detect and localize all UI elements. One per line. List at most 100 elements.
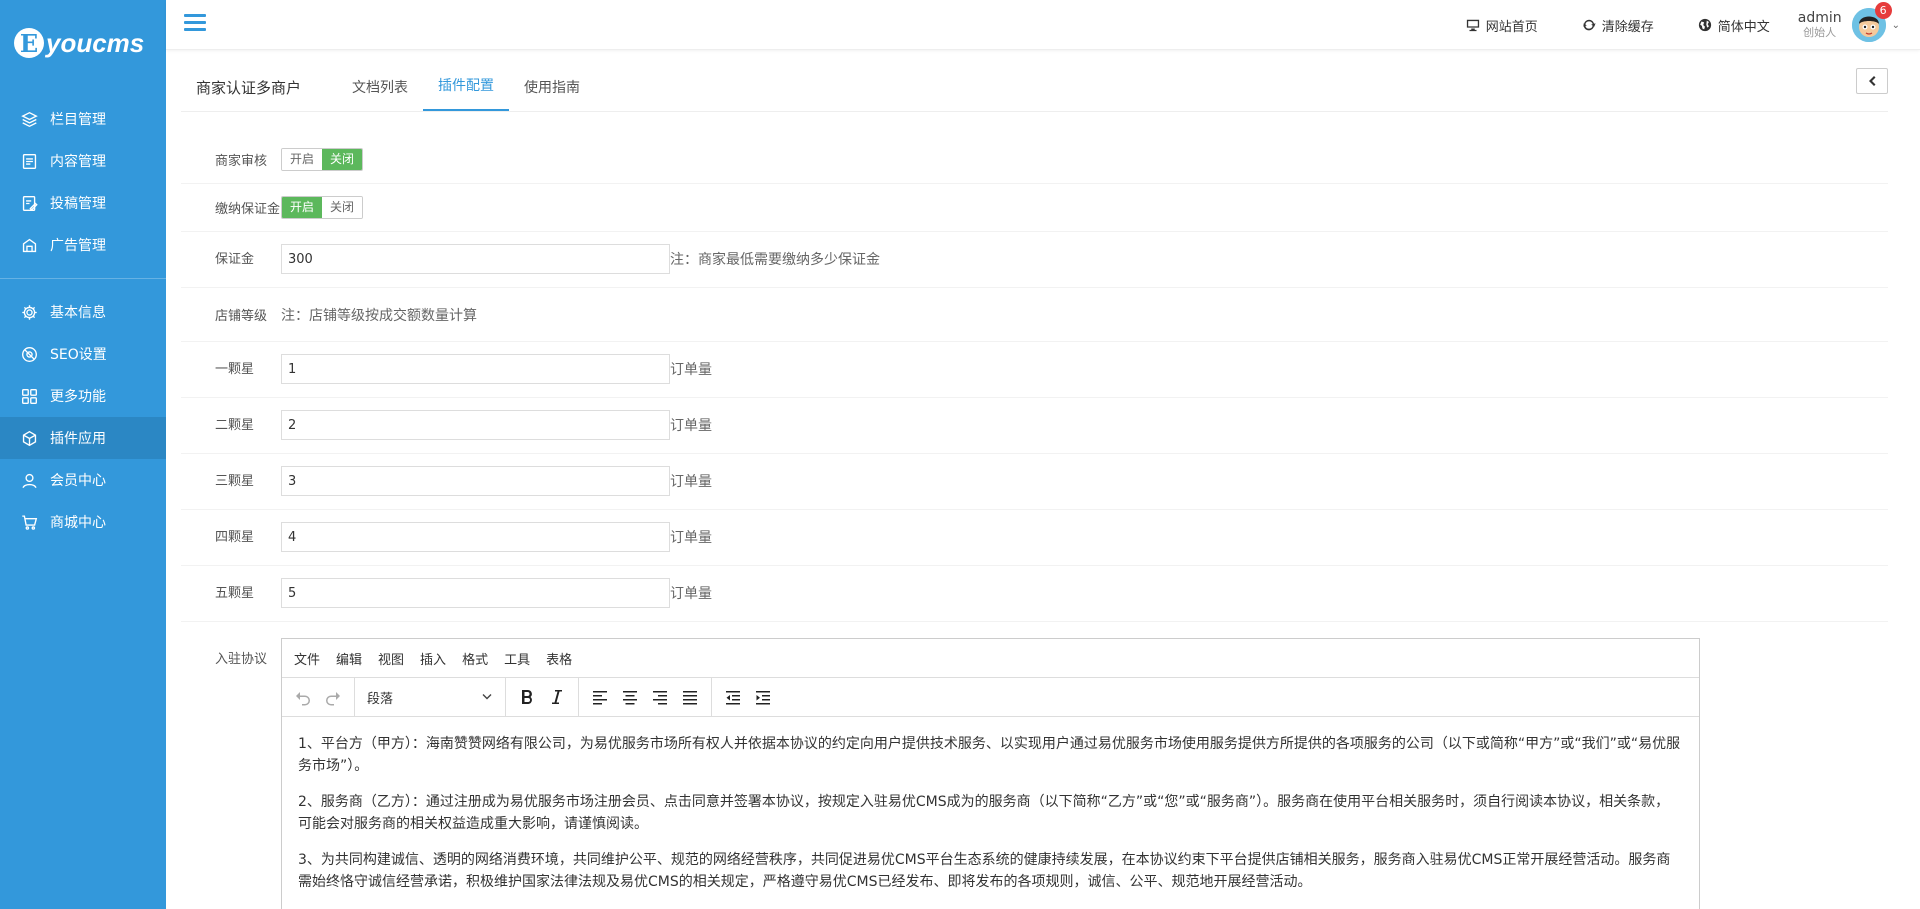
sidebar-item-content[interactable]: 内容管理 (0, 140, 166, 182)
sidebar-item-label: 商城中心 (50, 515, 106, 531)
chevron-left-icon (1869, 76, 1876, 86)
deposit-input[interactable] (281, 244, 670, 274)
nav-group-content: 栏目管理 内容管理 投稿管理 广告管理 (0, 86, 166, 279)
globe-icon (1698, 18, 1711, 32)
avatar[interactable]: 6 (1851, 2, 1892, 42)
form-row-star-2: 二颗星 订单量 (181, 398, 1888, 454)
sidebar-item-label: 更多功能 (50, 389, 106, 405)
shop-level-note: 注：店铺等级按成交额数量计算 (281, 307, 477, 324)
clear-cache-label: 清除缓存 (1601, 19, 1654, 35)
refresh-icon (1583, 19, 1596, 31)
ad-icon (20, 236, 38, 254)
star-2-input[interactable] (281, 410, 670, 440)
indent-button[interactable] (748, 682, 778, 712)
chevron-down-icon (482, 694, 492, 700)
chevron-down-icon[interactable]: ⌄ (1892, 20, 1900, 31)
shop-level-label: 店铺等级 (215, 309, 268, 324)
editor-menu-table[interactable]: 表格 (540, 649, 578, 668)
agreement-label: 入驻协议 (215, 652, 268, 667)
deposit-required-toggle[interactable]: 开启 关闭 (281, 196, 364, 219)
editor-menu-file[interactable]: 文件 (288, 649, 326, 668)
gear-icon (20, 303, 38, 321)
undo-button[interactable] (288, 682, 318, 712)
website-home-link[interactable]: 网站首页 (1466, 16, 1538, 35)
monitor-icon (1466, 19, 1479, 32)
star-label: 四颗星 (215, 530, 255, 545)
star-1-input[interactable] (281, 354, 670, 384)
agreement-paragraph: 3、为共同构建诚信、透明的网络消费环境，共同维护公平、规范的网络经营秩序，共同促… (298, 852, 1671, 890)
star-unit: 订单量 (670, 530, 712, 546)
sidebar-item-label: 广告管理 (50, 238, 106, 254)
sidebar-item-label: 会员中心 (50, 473, 106, 489)
sidebar-item-more[interactable]: 更多功能 (0, 375, 166, 417)
layers-icon (20, 110, 38, 128)
tab-document-list[interactable]: 文档列表 (337, 77, 423, 111)
cube-icon (20, 429, 38, 447)
star-unit: 订单量 (670, 418, 712, 434)
merchant-audit-on[interactable]: 开启 (282, 149, 323, 170)
history-group (282, 677, 355, 717)
form-row-star-1: 一颗星 订单量 (181, 342, 1888, 398)
indent-group (712, 678, 784, 717)
language-label: 简体中文 (1717, 19, 1770, 35)
format-select[interactable]: 段落 (361, 682, 499, 712)
merchant-audit-off[interactable]: 关闭 (322, 149, 363, 170)
align-center-icon (623, 691, 637, 705)
outdent-button[interactable] (718, 682, 748, 712)
sidebar-item-columns[interactable]: 栏目管理 (0, 98, 166, 140)
sidebar-item-seo[interactable]: SEO设置 (0, 333, 166, 375)
format-group: 段落 (355, 677, 506, 717)
align-right-button[interactable] (645, 682, 675, 712)
menu-toggle-icon[interactable] (184, 14, 206, 32)
clear-cache-link[interactable]: 清除缓存 (1582, 16, 1654, 35)
bold-button[interactable] (512, 682, 542, 712)
user-menu[interactable]: admin 创始人 6 ⌄ (1798, 2, 1900, 42)
website-home-label: 网站首页 (1485, 19, 1538, 35)
merchant-audit-toggle[interactable]: 开启 关闭 (281, 148, 364, 171)
star-3-input[interactable] (281, 466, 670, 496)
sidebar-item-plugins[interactable]: 插件应用 (0, 417, 166, 459)
top-links: 网站首页 清除缓存 简体中文 admin 创始人 6 ⌄ (1422, 0, 1900, 50)
grid-icon (20, 387, 38, 405)
language-switch[interactable]: 简体中文 (1698, 16, 1770, 35)
align-left-button[interactable] (585, 682, 615, 712)
logo[interactable]: E youcms (0, 0, 166, 86)
sidebar-item-basic-info[interactable]: 基本信息 (0, 291, 166, 333)
editor-content[interactable]: 1、平台方（甲方）：海南赞赞网络有限公司，为易优服务市场所有权人并依据本协议的约… (282, 717, 1699, 909)
sidebar-item-submissions[interactable]: 投稿管理 (0, 182, 166, 224)
star-4-input[interactable] (281, 522, 670, 552)
star-unit: 订单量 (670, 474, 712, 490)
tab-plugin-config[interactable]: 插件配置 (423, 75, 510, 111)
redo-button[interactable] (318, 682, 348, 712)
merchant-audit-label: 商家审核 (215, 154, 268, 169)
editor-toolbar: 段落 (282, 677, 1699, 717)
edit-doc-icon (20, 194, 38, 212)
editor-menu-edit[interactable]: 编辑 (330, 649, 368, 668)
deposit-required-on[interactable]: 开启 (282, 197, 323, 218)
editor-menu-format[interactable]: 格式 (456, 649, 494, 668)
sidebar-item-ads[interactable]: 广告管理 (0, 224, 166, 266)
italic-icon (552, 690, 562, 704)
editor-menu-view[interactable]: 视图 (372, 649, 410, 668)
align-justify-button[interactable] (675, 682, 705, 712)
rich-text-editor: 文件 编辑 视图 插入 格式 工具 表格 段落 1、平台方（甲方）：海南赞赞网络… (281, 638, 1700, 909)
cart-icon (20, 513, 38, 531)
deposit-required-off[interactable]: 关闭 (322, 197, 363, 218)
tab-user-guide[interactable]: 使用指南 (509, 77, 595, 111)
sidebar-item-members[interactable]: 会员中心 (0, 459, 166, 501)
sidebar-item-label: 基本信息 (50, 305, 106, 321)
editor-menu-tools[interactable]: 工具 (498, 649, 536, 668)
align-center-button[interactable] (615, 682, 645, 712)
star-label: 五颗星 (215, 586, 255, 601)
deposit-note: 注：商家最低需要缴纳多少保证金 (670, 252, 880, 268)
star-5-input[interactable] (281, 578, 670, 608)
back-button[interactable] (1856, 68, 1888, 94)
plugin-title: 商家认证多商户 (196, 79, 302, 97)
italic-button[interactable] (542, 682, 572, 712)
editor-menu-insert[interactable]: 插入 (414, 649, 452, 668)
logo-mark: E (14, 28, 44, 58)
sidebar-item-shop[interactable]: 商城中心 (0, 501, 166, 543)
form-row-star-3: 三颗星 订单量 (181, 454, 1888, 510)
sidebar: E youcms 栏目管理 内容管理 投稿管理 广告管理 基本信息 SEO设置 (0, 0, 166, 909)
form-row-deposit-required: 缴纳保证金 开启 关闭 (181, 184, 1888, 232)
